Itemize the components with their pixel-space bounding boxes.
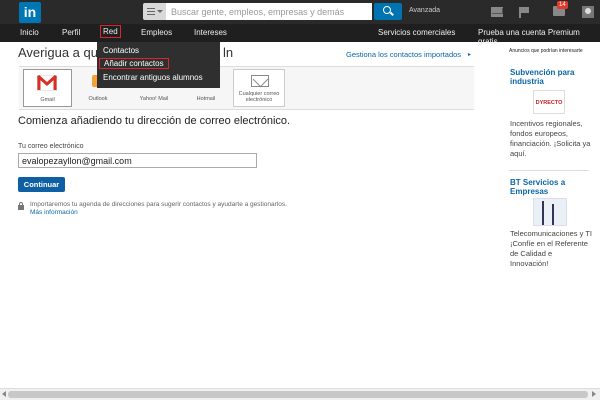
menu-item-contacts[interactable]: Contactos: [103, 46, 139, 55]
provider-gmail[interactable]: Gmail: [23, 69, 72, 107]
menu-icon: [147, 8, 155, 15]
nav-perfil[interactable]: Perfil: [62, 28, 80, 37]
provider-label: Hotmail: [196, 96, 216, 102]
red-dropdown-menu: Contactos Añadir contactos Encontrar ant…: [97, 42, 220, 88]
manage-contacts-link[interactable]: Gestiona los contactos importados: [346, 50, 461, 59]
nav-business-services[interactable]: Servicios comerciales: [378, 28, 455, 37]
privacy-note: Importaremos tu agenda de direcciones pa…: [30, 201, 287, 208]
provider-other-email[interactable]: Cualquier correo electrónico: [233, 69, 285, 107]
menu-item-add-contacts[interactable]: Añadir contactos: [99, 58, 169, 69]
chevron-down-icon: [157, 10, 163, 13]
search-category-menu[interactable]: [143, 3, 166, 20]
chevron-right-icon: ▸: [468, 52, 472, 58]
nav-red[interactable]: Red: [100, 25, 121, 38]
ad-logo-dyrecto[interactable]: DYRECTO: [533, 90, 565, 114]
section-title: Comienza añadiendo tu dirección de corre…: [18, 115, 291, 127]
email-field[interactable]: [18, 153, 257, 168]
user-icon[interactable]: [582, 6, 594, 18]
gmail-icon: [37, 75, 57, 91]
scroll-right-icon[interactable]: [592, 391, 596, 397]
notifications-badge: 14: [557, 1, 568, 9]
search-button[interactable]: [374, 3, 402, 20]
advanced-search-link[interactable]: Avanzada: [409, 7, 440, 14]
ad-text-bt[interactable]: Telecomunicaciones y TI ¡Confíe en el Re…: [510, 229, 592, 269]
more-info-link[interactable]: Más información: [30, 209, 78, 216]
provider-label: Yahoo! Mail: [139, 96, 169, 102]
page-title: Averigua a qui: [18, 45, 101, 60]
continue-button[interactable]: Continuar: [18, 177, 65, 192]
top-bar: in Avanzada 14: [0, 0, 600, 24]
provider-label: Outlook: [88, 96, 108, 102]
lock-icon: [18, 202, 24, 210]
mail-icon[interactable]: [491, 7, 503, 17]
nav-premium[interactable]: Prueba una cuenta Premium gratis: [478, 28, 600, 46]
page-title-end: ln: [223, 45, 234, 60]
ad-text-subvencion[interactable]: Incentivos regionales, fondos europeos, …: [510, 119, 592, 159]
ad-title-subvencion[interactable]: Subvención para industria: [510, 68, 595, 86]
ad-title-bt[interactable]: BT Servicios a Empresas: [510, 178, 595, 196]
nav-bar: Inicio Perfil Red Empleos Intereses Serv…: [0, 24, 600, 46]
horizontal-scrollbar[interactable]: [0, 388, 600, 400]
provider-label: Gmail: [40, 97, 55, 103]
nav-intereses[interactable]: Intereses: [194, 28, 227, 37]
search-input[interactable]: [166, 3, 372, 20]
flag-icon[interactable]: [519, 7, 529, 18]
nav-inicio[interactable]: Inicio: [20, 28, 39, 37]
scroll-thumb[interactable]: [8, 391, 588, 398]
linkedin-logo[interactable]: in: [19, 2, 41, 23]
menu-item-find-alumni[interactable]: Encontrar antiguos alumnos: [103, 73, 203, 82]
scroll-left-icon[interactable]: [2, 391, 6, 397]
email-label: Tu correo electrónico: [18, 143, 84, 150]
ads-label: Anuncios que podrían interesarte: [509, 48, 583, 54]
ad-image-bt[interactable]: [533, 198, 567, 226]
provider-label: Cualquier correo electrónico: [238, 91, 280, 103]
search-icon: [383, 6, 391, 14]
divider: [509, 170, 589, 171]
envelope-icon: [251, 75, 269, 87]
nav-empleos[interactable]: Empleos: [141, 28, 172, 37]
